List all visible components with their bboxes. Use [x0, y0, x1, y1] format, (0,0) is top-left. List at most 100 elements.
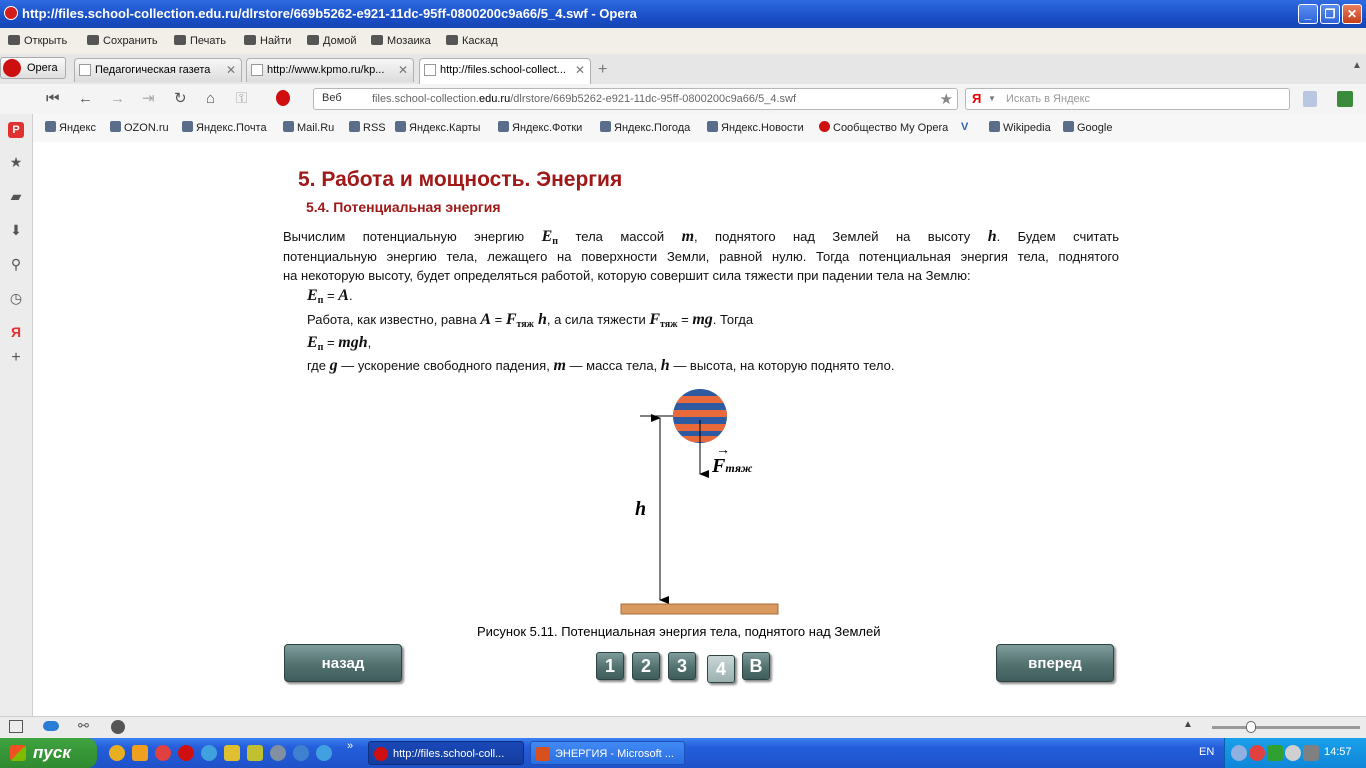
- yandex-panel-icon[interactable]: Р: [8, 122, 24, 138]
- bookmark-yandex-maps[interactable]: Яндекс.Карты: [395, 121, 480, 134]
- new-tab-button[interactable]: +: [598, 61, 607, 79]
- close-tab-icon[interactable]: ✕: [575, 59, 585, 81]
- opera-icon[interactable]: [178, 745, 194, 761]
- menu-print[interactable]: Печать: [174, 35, 226, 47]
- yandex-icon[interactable]: Я: [972, 91, 981, 106]
- tab-scroll-icon[interactable]: ▲: [1352, 60, 1362, 71]
- tab-school-collection[interactable]: http://files.school-collect... ✕: [419, 58, 591, 84]
- menu-cascade[interactable]: Каскад: [446, 35, 498, 47]
- page-button-2[interactable]: 2: [632, 652, 660, 680]
- page-icon: [251, 64, 263, 76]
- web-label: Веб: [322, 92, 342, 104]
- back-icon[interactable]: ←: [78, 91, 93, 107]
- bookmark-google[interactable]: Google: [1063, 121, 1112, 134]
- notes-icon[interactable]: ▰: [8, 188, 24, 204]
- menu-toolbar: Открыть Сохранить Печать Найти Домой Моз…: [0, 28, 1366, 55]
- downloads-icon[interactable]: ⬇: [8, 222, 24, 238]
- chrome-icon[interactable]: [109, 745, 125, 761]
- add-panel-icon[interactable]: +: [8, 350, 24, 366]
- bookmark-my-opera[interactable]: Сообщество My Opera: [819, 121, 948, 134]
- page-button-3[interactable]: 3: [668, 652, 696, 680]
- bookmark-rss[interactable]: RSS: [349, 121, 386, 134]
- search-field[interactable]: Я ▼ Искать в Яндекс: [965, 88, 1290, 110]
- forward-icon[interactable]: →: [110, 91, 125, 107]
- app-icon[interactable]: [224, 745, 240, 761]
- bookmarks-star-icon[interactable]: ★: [8, 154, 24, 170]
- menu-home[interactable]: Домой: [307, 35, 357, 47]
- mail-icon: [182, 121, 193, 132]
- tray-app-icon[interactable]: [1285, 745, 1301, 761]
- zoom-handle[interactable]: [1246, 721, 1256, 733]
- page-button-b[interactable]: B: [742, 652, 770, 680]
- tray-back-icon[interactable]: [1231, 745, 1247, 761]
- close-tab-icon[interactable]: ✕: [226, 59, 236, 81]
- rss-icon: [349, 121, 360, 132]
- tray-app-icon[interactable]: [1267, 745, 1283, 761]
- notes-icon[interactable]: [1303, 91, 1317, 107]
- share-icon[interactable]: ⚯: [78, 718, 89, 734]
- task-opera[interactable]: http://files.school-coll...: [368, 741, 524, 765]
- bookmark-star-icon[interactable]: ★: [940, 90, 953, 108]
- wand-icon[interactable]: ⚿: [236, 91, 247, 107]
- bookmark-yandex-mail[interactable]: Яндекс.Почта: [182, 121, 267, 134]
- app-icon[interactable]: [293, 745, 309, 761]
- maximize-button[interactable]: ❐: [1320, 4, 1340, 24]
- close-tab-icon[interactable]: ✕: [398, 59, 408, 81]
- opera-link-icon[interactable]: [276, 90, 290, 106]
- unite-icon[interactable]: [43, 721, 59, 731]
- app-icon[interactable]: [247, 745, 263, 761]
- bookmark-ozon[interactable]: OZON.ru: [110, 121, 169, 134]
- page-button-1[interactable]: 1: [596, 652, 624, 680]
- address-field[interactable]: Веб files.school-collection.edu.ru/dlrst…: [313, 88, 958, 110]
- forward-button[interactable]: вперед: [996, 644, 1114, 682]
- app-icon[interactable]: [155, 745, 171, 761]
- app-icon[interactable]: [201, 745, 217, 761]
- page-title: 5. Работа и мощность. Энергия: [298, 168, 623, 191]
- yandex-icon[interactable]: Я: [8, 324, 24, 340]
- network-icon[interactable]: [1303, 745, 1319, 761]
- side-panel: Р ★ ▰ ⬇ ⚲ ◷ Я +: [0, 114, 33, 716]
- menu-save[interactable]: Сохранить: [87, 35, 158, 47]
- v-icon[interactable]: V: [961, 121, 968, 133]
- close-button[interactable]: ✕: [1342, 4, 1362, 24]
- history-icon[interactable]: ◷: [8, 290, 24, 306]
- bookmark-yandex[interactable]: Яндекс: [45, 121, 96, 134]
- home-icon: [307, 35, 319, 45]
- home-icon[interactable]: ⌂: [206, 91, 215, 107]
- tray-app-icon[interactable]: [1249, 745, 1265, 761]
- opera-menu-button[interactable]: Opera: [0, 57, 66, 79]
- language-indicator[interactable]: EN: [1199, 746, 1214, 758]
- menu-mosaic[interactable]: Мозаика: [371, 35, 431, 47]
- scroll-up-icon[interactable]: ▲: [1183, 719, 1193, 730]
- page-button-4[interactable]: 4: [707, 655, 735, 683]
- minimize-button[interactable]: _: [1298, 4, 1318, 24]
- bookmark-yandex-photos[interactable]: Яндекс.Фотки: [498, 121, 582, 134]
- reload-icon[interactable]: ↻: [174, 91, 187, 107]
- bookmark-yandex-news[interactable]: Яндекс.Новости: [707, 121, 804, 134]
- rewind-icon[interactable]: ⏮: [46, 91, 60, 107]
- menu-find[interactable]: Найти: [244, 35, 291, 47]
- dropdown-icon[interactable]: ▼: [988, 94, 996, 103]
- turbo-icon[interactable]: [111, 720, 125, 734]
- quicklaunch-expand-icon[interactable]: »: [347, 740, 353, 752]
- mail-icon[interactable]: [1337, 91, 1353, 107]
- clock[interactable]: 14:57: [1324, 746, 1352, 758]
- app-icon[interactable]: [270, 745, 286, 761]
- bookmark-mailru[interactable]: Mail.Ru: [283, 121, 334, 134]
- paragraph-line-2: потенциальную энергию тела, лежащего на …: [283, 249, 1119, 264]
- menu-open[interactable]: Открыть: [8, 35, 67, 47]
- start-button[interactable]: пуск: [0, 738, 97, 768]
- back-button[interactable]: назад: [284, 644, 402, 682]
- ie-icon[interactable]: [316, 745, 332, 761]
- panel-toggle-icon[interactable]: [9, 720, 23, 733]
- zoom-slider[interactable]: [1212, 726, 1360, 729]
- bookmark-yandex-weather[interactable]: Яндекс.Погода: [600, 121, 690, 134]
- tab-pedgazeta[interactable]: Педагогическая газета ✕: [74, 58, 242, 82]
- fast-forward-icon[interactable]: ⇥: [142, 91, 155, 107]
- navigation-bar: ⏮ ← → ⇥ ↻ ⌂ ⚿ Веб files.school-collectio…: [0, 84, 1366, 115]
- app-icon[interactable]: [132, 745, 148, 761]
- task-powerpoint[interactable]: ЭНЕРГИЯ - Microsoft ...: [530, 741, 685, 765]
- bookmark-wikipedia[interactable]: Wikipedia: [989, 121, 1051, 134]
- tab-kpmo[interactable]: http://www.kpmo.ru/kp... ✕: [246, 58, 414, 82]
- links-icon[interactable]: ⚲: [8, 256, 24, 272]
